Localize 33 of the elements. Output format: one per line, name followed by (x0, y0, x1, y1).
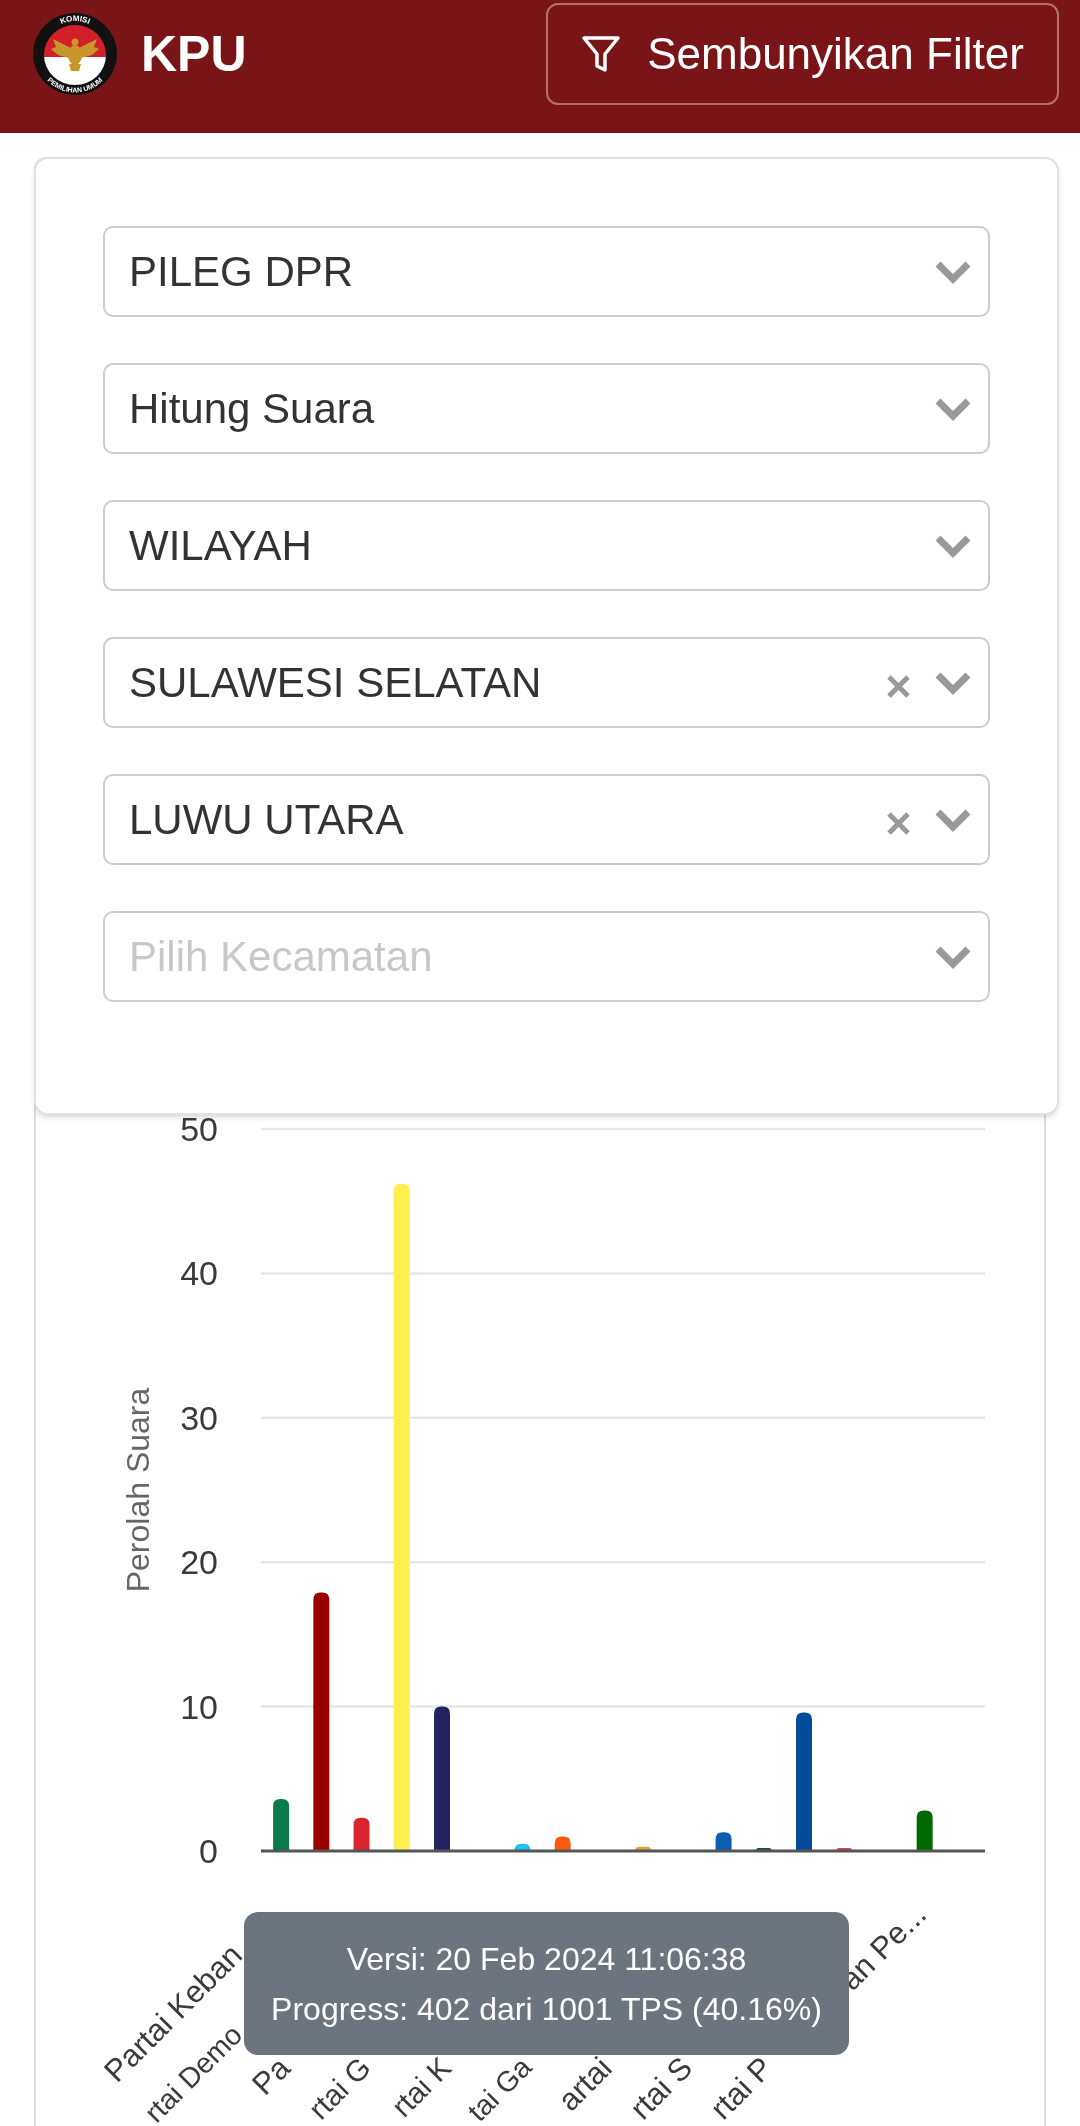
chevron-down-icon (934, 533, 972, 558)
chevron-down-icon (934, 259, 972, 284)
y-tick-label: 20 (180, 1543, 218, 1582)
filter-icon (581, 35, 622, 73)
select-field[interactable]: SULAWESI SELATAN (103, 637, 990, 728)
y-tick-label: 50 (180, 1110, 218, 1148)
clear-icon[interactable] (885, 810, 912, 837)
select-field[interactable]: WILAYAH (103, 500, 990, 591)
select-field[interactable]: LUWU UTARA (103, 774, 990, 865)
y-tick-label: 30 (180, 1398, 218, 1437)
select-field[interactable]: Hitung Suara (103, 363, 990, 454)
y-tick-label: 0 (199, 1832, 218, 1870)
select-field[interactable]: PILEG DPR (103, 226, 990, 317)
clear-icon[interactable] (885, 673, 912, 700)
x-axis-label: Pa (245, 2050, 297, 2102)
chevron-down-icon (934, 944, 972, 969)
x-axis-label: rtai K (384, 2050, 458, 2124)
tooltip-text: Versi: 20 Feb 2024 11:06:38 (346, 1939, 747, 1978)
emblem-caption: KOMISI (58, 13, 92, 26)
chevron-down-icon (934, 396, 972, 421)
x-axis-label: tai Ga (461, 2050, 538, 2126)
y-tick-label: 10 (180, 1687, 218, 1726)
hide-filter-button[interactable]: Sembunyikan Filter (546, 3, 1059, 105)
x-axis-label: rtai S (623, 2050, 699, 2126)
y-tick-label: 40 (180, 1254, 218, 1293)
x-axis-label: rtai P (703, 2050, 780, 2126)
brand-title: KPU (141, 29, 247, 79)
chevron-down-icon (934, 807, 972, 832)
bird-drawing (51, 38, 99, 71)
tooltip-text: Progress: 402 dari 1001 TPS (40.16%) (271, 1989, 822, 2028)
x-axis-label: rtai G (302, 2050, 377, 2126)
y-axis-title: Perolah Suara (120, 1387, 156, 1593)
chevron-down-icon (934, 670, 972, 695)
